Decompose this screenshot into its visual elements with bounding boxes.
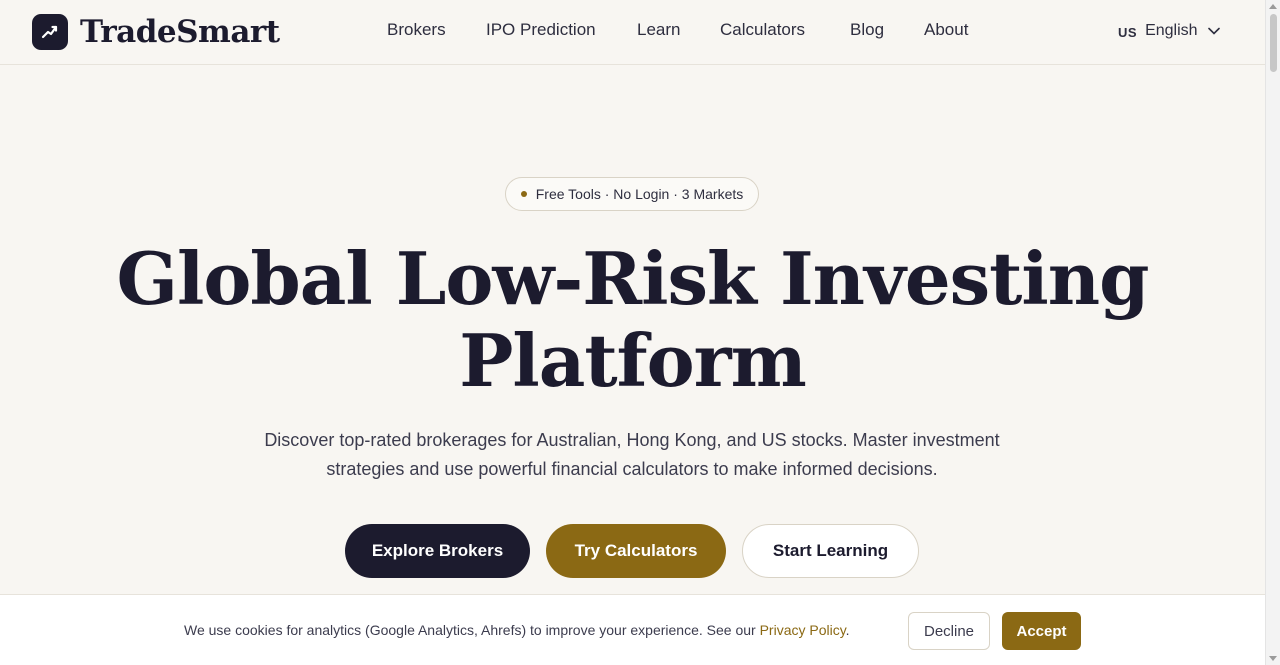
nav-item-ipo-prediction[interactable]: IPO Prediction: [486, 20, 596, 40]
cookie-message: We use cookies for analytics (Google Ana…: [184, 622, 850, 638]
scrollbar-thumb[interactable]: [1270, 14, 1277, 72]
nav-item-learn[interactable]: Learn: [637, 20, 680, 40]
language-code: US: [1118, 24, 1138, 40]
hero-title-line-2: Platform: [459, 318, 807, 403]
cookie-banner: We use cookies for analytics (Google Ana…: [0, 594, 1265, 665]
main-nav: Brokers IPO Prediction Learn Calculators…: [0, 20, 1265, 46]
dot-icon: [520, 191, 527, 197]
accept-button[interactable]: Accept: [1002, 612, 1081, 650]
hero-title: Global Low-Risk Investing Platform: [0, 238, 1265, 402]
cookie-text: We use cookies for analytics (Google Ana…: [184, 622, 760, 638]
language-label: English: [1145, 22, 1198, 39]
hero-badge-text: Free Tools · No Login · 3 Markets: [535, 186, 744, 202]
scrollbar[interactable]: [1265, 0, 1280, 665]
scroll-up-icon[interactable]: [1269, 4, 1277, 9]
nav-item-about[interactable]: About: [924, 20, 968, 40]
scroll-down-icon[interactable]: [1269, 656, 1277, 661]
nav-item-blog[interactable]: Blog: [850, 20, 884, 40]
language-selector[interactable]: US English: [1118, 22, 1220, 40]
privacy-policy-link[interactable]: Privacy Policy: [760, 622, 846, 638]
hero-title-line-1: Global Low-Risk Investing: [116, 236, 1150, 321]
hero-badge: Free Tools · No Login · 3 Markets: [505, 177, 759, 211]
cookie-text-end: .: [845, 622, 850, 638]
hero-subtitle-line-1: Discover top-rated brokerages for Austra…: [264, 430, 1000, 450]
site-header: TradeSmart Brokers IPO Prediction Learn …: [0, 0, 1265, 65]
page: TradeSmart Brokers IPO Prediction Learn …: [0, 0, 1280, 665]
try-calculators-button[interactable]: Try Calculators: [546, 524, 726, 578]
decline-button[interactable]: Decline: [908, 612, 990, 650]
hero-subtitle: Discover top-rated brokerages for Austra…: [232, 426, 1032, 484]
chevron-down-icon: [1207, 22, 1220, 40]
explore-brokers-button[interactable]: Explore Brokers: [345, 524, 530, 578]
start-learning-button[interactable]: Start Learning: [742, 524, 919, 578]
hero-subtitle-line-2: strategies and use powerful financial ca…: [326, 459, 938, 479]
nav-item-brokers[interactable]: Brokers: [387, 20, 446, 40]
nav-item-calculators[interactable]: Calculators: [720, 20, 805, 40]
